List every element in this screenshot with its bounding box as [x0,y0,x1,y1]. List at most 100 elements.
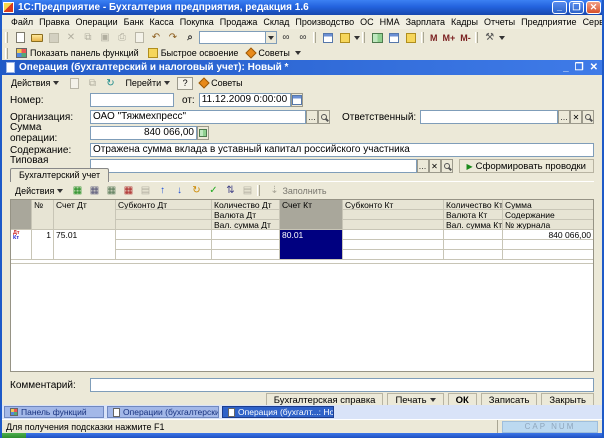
doc-copy-icon[interactable]: ⧉ [84,76,100,90]
fill-button[interactable]: ⇣ Заполнить [264,182,331,200]
wintab-function-panel[interactable]: Панель функций [4,406,104,418]
header-kolichestvo-kt[interactable]: Количество Кт [444,200,503,210]
header-schet-kt[interactable]: Счет Кт [280,200,343,230]
header-summa[interactable]: Сумма [503,200,593,210]
quick-learning-button[interactable]: Быстрое освоение [144,48,243,58]
save-icon[interactable] [46,31,62,45]
paste-icon[interactable]: ▣ [97,31,113,45]
clipboard-special-icon[interactable] [320,31,336,45]
print-icon[interactable]: ⎙ [114,31,130,45]
find-next-icon[interactable]: ∞ [295,31,311,45]
close-button[interactable]: ✕ [586,1,601,14]
cell-valuta-kt[interactable] [444,240,503,250]
header-soderzhanie[interactable]: Содержание [503,210,593,220]
cell-schet-dt[interactable]: 75.01 [54,230,116,260]
restore-button[interactable]: ❐ [569,1,584,14]
header-valuta-dt[interactable]: Валюта Дт [212,210,280,220]
copy-icon[interactable]: ⧉ [80,31,96,45]
open-icon[interactable] [29,31,45,45]
start-button[interactable] [0,433,26,438]
number-field[interactable] [90,93,174,107]
cell-summa[interactable]: 840 066,00 [503,230,593,240]
cell-kolichestvo-kt[interactable] [444,230,503,240]
calendar-icon[interactable] [386,31,402,45]
tips-button[interactable]: Советы [243,48,304,58]
organization-choose-button[interactable]: … [306,110,318,124]
search-combobox[interactable] [199,31,277,44]
header-val-summa-dt[interactable]: Вал. сумма Дт [212,220,280,230]
header-subkonto-dt[interactable]: Субконто Дт [116,200,212,210]
edit-row-icon[interactable]: ▦ [103,184,119,198]
menu-salary[interactable]: Зарплата [403,16,448,28]
help-dropdown-icon[interactable] [354,36,360,40]
date-picker-button[interactable] [291,93,303,107]
menu-production[interactable]: Производство [292,16,357,28]
toolbar-grip[interactable] [5,48,8,59]
menu-hr[interactable]: Кадры [448,16,481,28]
menu-file[interactable]: Файл [8,16,36,28]
menu-sale[interactable]: Продажа [217,16,261,28]
tab-accounting[interactable]: Бухгалтерский учет [10,168,109,182]
add-row-icon[interactable]: ▦ [69,184,85,198]
menu-operations[interactable]: Операции [73,16,121,28]
tools-icon[interactable]: ⚒ [482,31,498,45]
toolbar-grip[interactable] [5,32,8,43]
refresh-icon[interactable]: ↻ [188,184,204,198]
goto-button[interactable]: Перейти [120,76,175,90]
menu-nma[interactable]: НМА [377,16,403,28]
responsible-open-button[interactable] [582,110,594,124]
menu-purchase[interactable]: Покупка [177,16,217,28]
header-val-summa-kt[interactable]: Вал. сумма Кт [444,220,503,230]
header-num[interactable]: № [32,200,54,230]
menu-warehouse[interactable]: Склад [260,16,292,28]
cell-subkonto-kt[interactable] [343,240,444,250]
memory-m-minus-button[interactable]: М- [458,33,473,43]
cell-kolichestvo-dt[interactable] [212,230,280,240]
check-icon[interactable]: ✓ [205,184,221,198]
copy-row-icon[interactable]: ▦ [86,184,102,198]
memory-m-plus-button[interactable]: М+ [441,33,458,43]
responsible-field[interactable] [420,110,558,124]
redo-icon[interactable]: ↷ [165,31,181,45]
cell-num[interactable]: 1 [32,230,54,260]
cell-subkonto-dt[interactable] [116,230,212,240]
menu-service[interactable]: Сервис [580,16,604,28]
help-question-icon[interactable] [337,31,353,45]
delete-row-icon[interactable]: ▦ [120,184,136,198]
show-function-panel-button[interactable]: Показать панель функций [12,48,143,58]
doc-actions-button[interactable]: Действия [6,76,64,90]
end-edit-icon[interactable]: ▤ [137,184,153,198]
header-valuta-kt[interactable]: Валюта Кт [444,210,503,220]
menu-os[interactable]: ОС [357,16,377,28]
row-selector-cell[interactable]: ДтКт [11,230,32,260]
menu-reports[interactable]: Отчеты [481,16,518,28]
cell-val-summa-kt[interactable] [444,250,503,260]
menu-edit[interactable]: Правка [36,16,72,28]
organization-open-button[interactable] [318,110,330,124]
header-schet-dt[interactable]: Счет Дт [54,200,116,230]
cell-soderzhanie[interactable] [503,240,593,250]
sum-field[interactable]: 840 066,00 [90,126,197,140]
responsible-choose-button[interactable]: … [558,110,570,124]
content-field[interactable]: Отражена сумма вклада в уставный капитал… [90,143,594,157]
comment-field[interactable] [90,378,594,392]
doc-close-button[interactable]: ✕ [590,62,598,73]
cell-subkonto-kt[interactable] [343,230,444,240]
header-kolichestvo-dt[interactable]: Количество Дт [212,200,280,210]
cell-subkonto-kt[interactable] [343,250,444,260]
memory-m-button[interactable]: М [428,33,440,43]
menu-cash[interactable]: Касса [146,16,176,28]
cell-subkonto-dt[interactable] [116,240,212,250]
cell-subkonto-dt[interactable] [116,250,212,260]
date-field[interactable]: 11.12.2009 0:00:00 [199,93,291,107]
cell-schet-kt-selected[interactable]: 80.01 [280,230,343,260]
quick-info-icon[interactable] [403,31,419,45]
new-document-icon[interactable] [12,31,28,45]
windows-taskbar[interactable] [0,433,604,438]
doc-add-icon[interactable] [66,76,82,90]
tools-dropdown-icon[interactable] [499,36,505,40]
header-num-zhurnala[interactable]: № журнала [503,220,593,230]
find-previous-icon[interactable]: ∞ [278,31,294,45]
move-row-down-icon[interactable]: ↓ [171,184,187,198]
cell-valuta-dt[interactable] [212,240,280,250]
